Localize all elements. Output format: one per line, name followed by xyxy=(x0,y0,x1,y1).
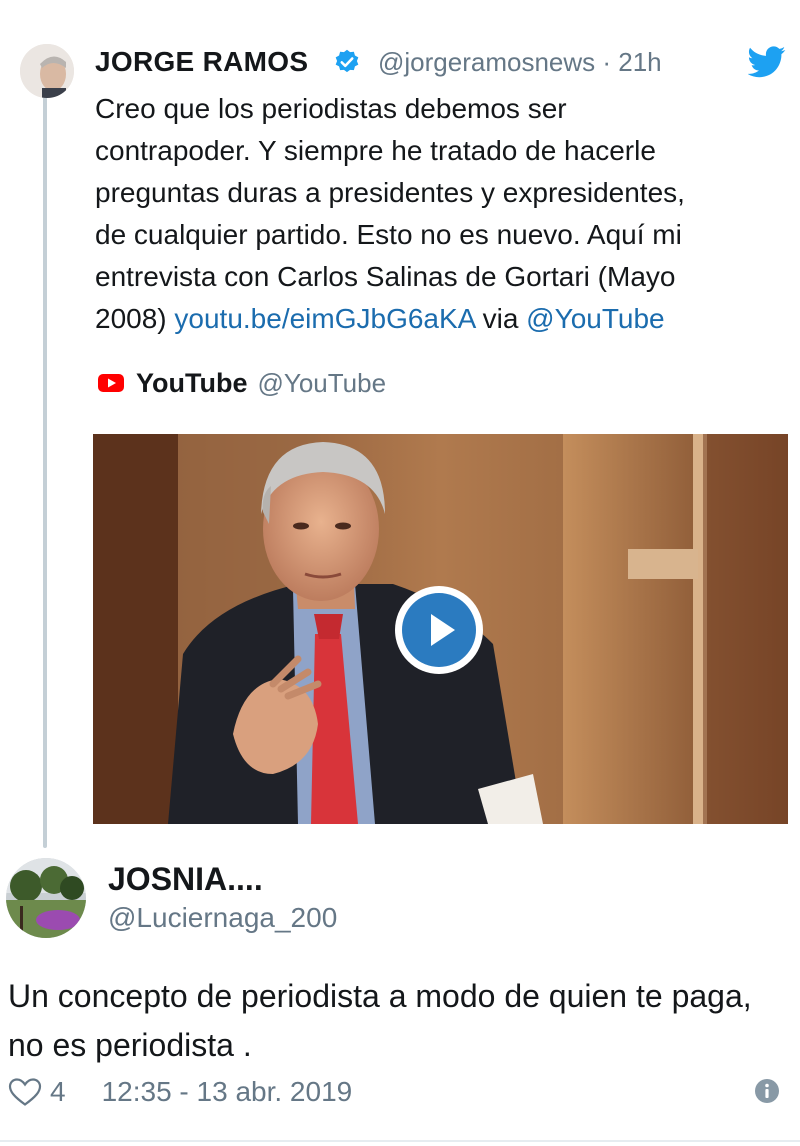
author-handle-time[interactable]: @jorgeramosnews · 21h xyxy=(378,42,662,82)
play-icon xyxy=(402,593,476,667)
heart-icon[interactable] xyxy=(8,1077,42,1107)
youtube-logo-icon xyxy=(98,374,124,392)
reply-text: Un concepto de periodista a modo de quie… xyxy=(8,978,752,1063)
like-count: 4 xyxy=(50,1076,66,1107)
twitter-bird-icon xyxy=(748,46,786,78)
youtube-mention-link[interactable]: @YouTube xyxy=(526,303,664,334)
reply-author-handle[interactable]: @Luciernaga_200 xyxy=(108,898,337,938)
card-source[interactable]: YouTube @YouTube xyxy=(98,364,386,402)
reply-timestamp[interactable]: 12:35 - 13 abr. 2019 xyxy=(102,1076,353,1108)
author-avatar[interactable] xyxy=(20,44,74,98)
video-link[interactable]: youtu.be/eimGJbG6aKA xyxy=(174,303,474,334)
tweet-text-body: Creo que los periodistas debemos ser con… xyxy=(95,93,685,334)
verified-badge-icon xyxy=(335,49,359,73)
author-name[interactable]: JORGE RAMOS xyxy=(95,42,308,82)
reply-author-avatar[interactable] xyxy=(6,858,86,938)
info-icon[interactable] xyxy=(754,1078,780,1104)
play-button[interactable] xyxy=(395,586,483,674)
card-source-name: YouTube xyxy=(136,367,248,398)
card-source-handle: @YouTube xyxy=(257,367,387,398)
reply-author-name[interactable]: JOSNIA.... xyxy=(108,857,263,901)
tweet-text: Creo que los periodistas debemos ser con… xyxy=(95,88,775,340)
divider xyxy=(0,1140,800,1142)
via-text: via xyxy=(474,303,527,334)
thread-connector-line xyxy=(43,96,47,848)
reply-footer: 4 12:35 - 13 abr. 2019 xyxy=(8,1070,352,1114)
